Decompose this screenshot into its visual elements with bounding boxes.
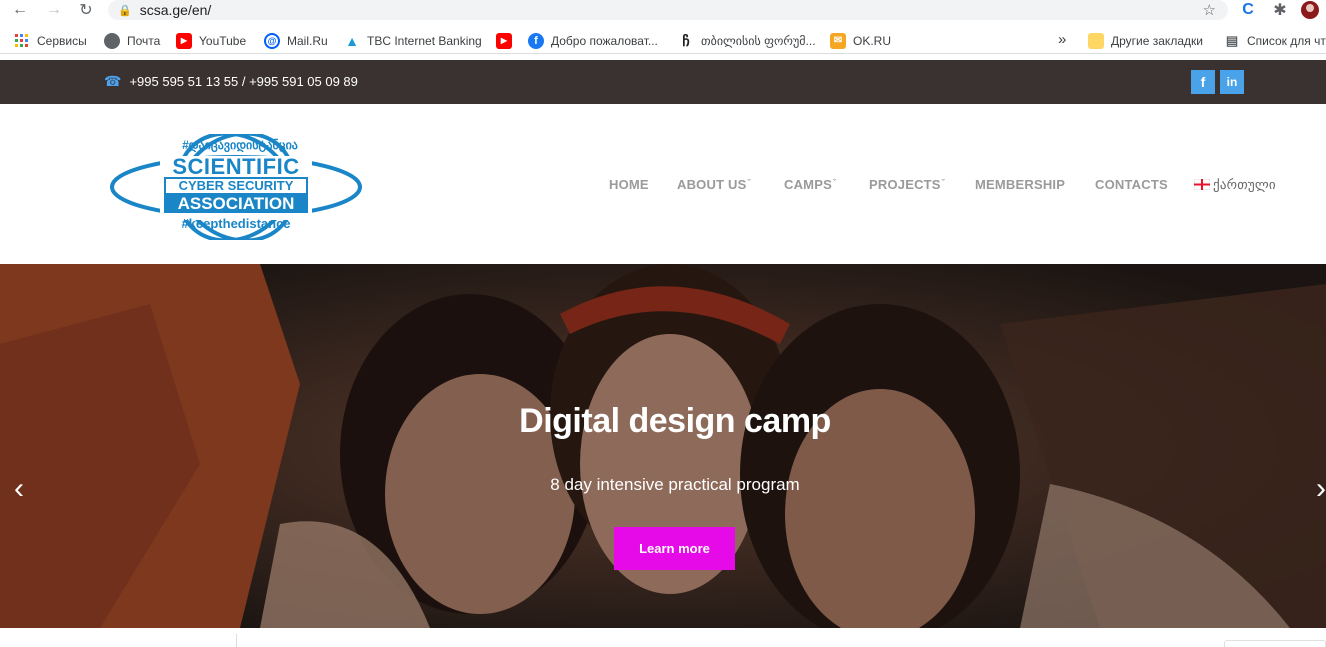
site-logo[interactable]: #დაიცავიდისტანცია SCIENTIFIC CYBER SECUR… [108, 131, 364, 243]
hero-title: Digital design camp [519, 402, 831, 440]
nav-projects[interactable]: PROJECTSˇ [869, 177, 945, 192]
bookmark-okru[interactable]: ✉ OK.RU [830, 33, 891, 49]
browser-toolbar: ← → ↻ 🔒 scsa.ge/en/ ☆ C ✱ [0, 0, 1326, 22]
chevron-down-icon: ˇ [747, 178, 751, 188]
nav-contacts[interactable]: CONTACTS [1095, 177, 1168, 192]
bookmark-label: Список для чт [1247, 34, 1326, 48]
facebook-icon: f [528, 33, 544, 49]
nav-camps-label: CAMPS [784, 177, 832, 192]
nav-contacts-label: CONTACTS [1095, 177, 1168, 192]
address-bar[interactable]: 🔒 scsa.ge/en/ ☆ [108, 0, 1228, 20]
folder-icon [1088, 33, 1104, 49]
list-icon: ▤ [1225, 33, 1239, 48]
globe-icon [104, 33, 120, 49]
site-header: #დაიცავიდისტანცია SCIENTIFIC CYBER SECUR… [0, 104, 1326, 264]
bookmark-label: თბილისის ფორუმ... [701, 34, 816, 48]
bookmark-label: Добро пожаловат... [551, 34, 658, 48]
bookmark-other[interactable]: Другие закладки [1088, 33, 1203, 49]
tbc-icon: ▲ [345, 33, 359, 49]
bookmark-tbc[interactable]: ▲ TBC Internet Banking [344, 33, 482, 49]
url-text: scsa.ge/en/ [139, 2, 212, 18]
hero-slider: Digital design camp 8 day intensive prac… [0, 264, 1326, 628]
phone-contact: ☎ +995 595 51 13 55 / +995 591 05 09 89 [104, 73, 358, 90]
star-icon[interactable]: ☆ [1203, 1, 1216, 19]
back-arrow-icon[interactable]: ← [8, 0, 32, 20]
bookmark-label: YouTube [199, 34, 247, 48]
bookmark-label: OK.RU [853, 34, 892, 48]
bookmark-services[interactable]: Сервисы [14, 33, 87, 49]
chevron-left-icon[interactable]: ‹ [14, 472, 24, 506]
content-area [0, 628, 1326, 647]
linkedin-icon[interactable]: in [1220, 70, 1244, 94]
nav-camps[interactable]: CAMPSˇ [784, 177, 836, 192]
forum-icon: ჩ [682, 33, 690, 49]
bookmark-label: Сервисы [37, 34, 87, 48]
puzzle-icon[interactable]: ✱ [1270, 0, 1290, 20]
contact-topbar: ☎ +995 595 51 13 55 / +995 591 05 09 89 … [0, 60, 1326, 104]
bookmark-label: Mail.Ru [287, 34, 328, 48]
nav-membership[interactable]: MEMBERSHIP [975, 177, 1065, 192]
hero-subtitle: 8 day intensive practical program [550, 475, 800, 494]
lock-icon: 🔒 [118, 4, 132, 17]
bookmark-reading-list[interactable]: ▤ Список для чт [1224, 33, 1326, 49]
hero-photo [0, 264, 1326, 628]
widget-edge [1224, 640, 1326, 647]
nav-projects-label: PROJECTS [869, 177, 941, 192]
bookmark-label: TBC Internet Banking [367, 34, 482, 48]
youtube-icon: ▶ [176, 33, 192, 49]
nav-language-label: ქართული [1213, 177, 1276, 192]
forward-arrow-icon[interactable]: → [42, 0, 66, 20]
phone-number: +995 595 51 13 55 / +995 591 05 09 89 [129, 74, 358, 89]
bookmark-youtube-2[interactable]: ▶ [496, 33, 519, 49]
avatar[interactable] [1300, 0, 1320, 20]
bookmark-mailru[interactable]: @ Mail.Ru [264, 33, 328, 49]
apps-grid-icon [14, 33, 30, 49]
chevron-more-icon[interactable]: » [1058, 31, 1066, 48]
bookmark-facebook[interactable]: f Добро пожаловат... [528, 33, 658, 49]
chevron-down-icon: ˇ [941, 178, 945, 188]
reload-icon[interactable]: ↻ [74, 0, 98, 20]
bookmark-forum[interactable]: ჩ თბილისის ფორუმ... [678, 33, 816, 49]
learn-more-button[interactable]: Learn more [614, 527, 735, 570]
bookmark-label: Другие закладки [1111, 34, 1203, 48]
bookmarks-bar: Сервисы Почта ▶ YouTube @ Mail.Ru ▲ TBC … [0, 28, 1326, 54]
nav-about-label: ABOUT US [677, 177, 747, 192]
nav-home[interactable]: HOME [609, 177, 649, 192]
phone-icon: ☎ [104, 73, 122, 89]
chevron-down-icon: ˇ [832, 178, 837, 188]
youtube-icon: ▶ [496, 33, 512, 49]
extension-icon[interactable]: C [1238, 0, 1258, 20]
nav-about-us[interactable]: ABOUT USˇ [677, 177, 751, 192]
divider [236, 634, 237, 647]
bookmark-label: Почта [127, 34, 161, 48]
nav-membership-label: MEMBERSHIP [975, 177, 1066, 192]
logo-line2: CYBER SECURITY [164, 177, 308, 195]
facebook-icon[interactable]: f [1191, 70, 1215, 94]
nav-home-label: HOME [609, 177, 649, 192]
bookmark-mail[interactable]: Почта [104, 33, 160, 49]
georgia-flag-icon [1193, 178, 1211, 191]
mailru-icon: @ [264, 33, 280, 49]
logo-line3: ASSOCIATION [164, 194, 308, 213]
chevron-right-icon[interactable]: › [1316, 472, 1326, 506]
bookmark-youtube[interactable]: ▶ YouTube [176, 33, 246, 49]
nav-language[interactable]: ქართული [1193, 177, 1276, 193]
mail-icon: ✉ [830, 33, 846, 49]
logo-top-tag: #დაიცავიდისტანცია [182, 138, 298, 152]
logo-bottom-tag: #keepthedistance [181, 216, 291, 231]
